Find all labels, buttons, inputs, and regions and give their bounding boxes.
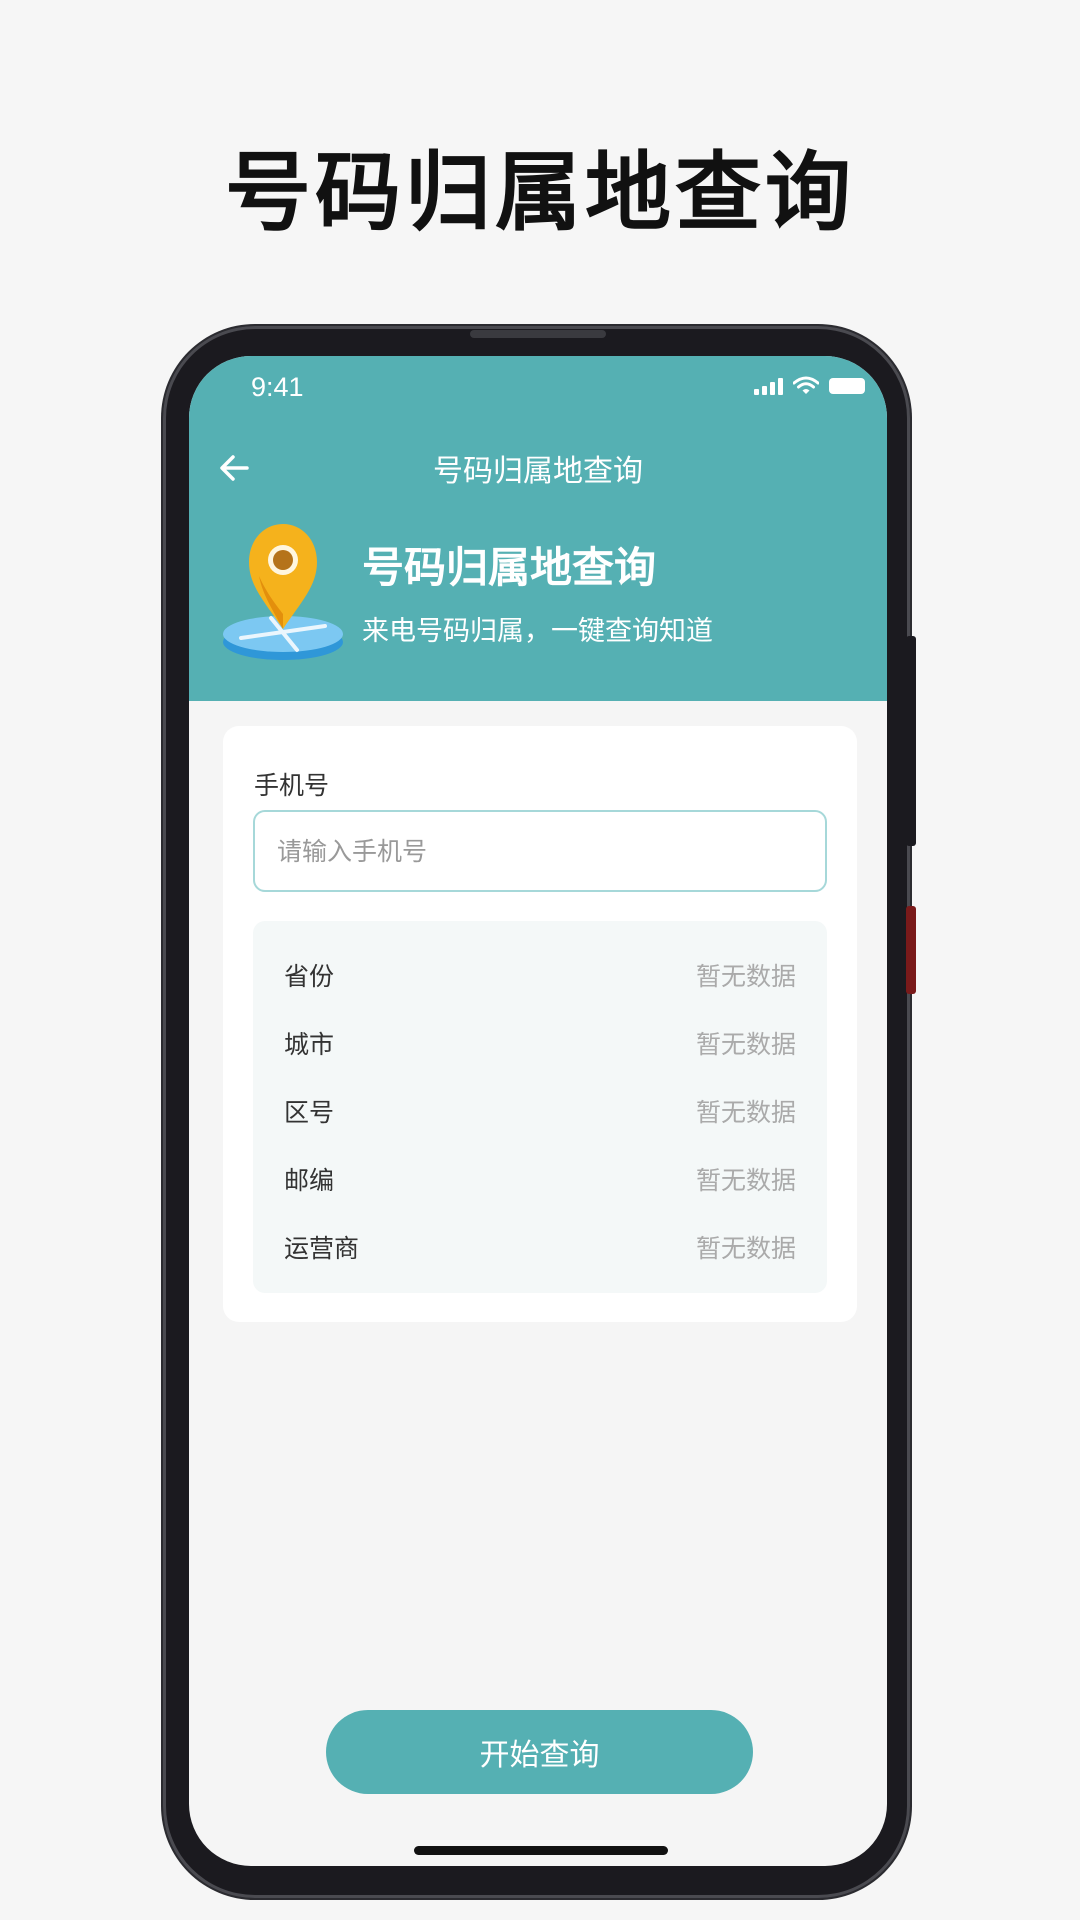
result-row-province: 省份 暂无数据 (253, 957, 827, 997)
result-box: 省份 暂无数据 城市 暂无数据 区号 暂无数据 邮编 暂无数据 运营商 暂无数据 (253, 921, 827, 1293)
result-key: 邮编 (284, 1166, 335, 1195)
result-key: 运营商 (284, 1234, 360, 1263)
phone-side-button (906, 636, 916, 846)
nav-title: 号码归属地查询 (433, 454, 643, 489)
promo-title: 号码归属地查询 (225, 143, 855, 243)
battery-icon (829, 378, 865, 394)
result-key: 城市 (284, 1030, 335, 1059)
result-row-city: 城市 暂无数据 (253, 1025, 827, 1065)
result-value: 暂无数据 (695, 1234, 796, 1263)
result-key: 区号 (284, 1098, 335, 1127)
header: 9:41 号码归属地查询 号码归属地查询 来电号码归属，一键查询知道 (189, 356, 887, 701)
page: 号码归属地查询 9:41 号码归属地查询 号码归属地查询 来电号码归属，一键查询… (0, 0, 1080, 1920)
hero-subtitle: 来电号码归属，一键查询知道 (362, 616, 713, 647)
hero-title: 号码归属地查询 (362, 543, 657, 592)
start-query-button[interactable]: 开始查询 (326, 1710, 753, 1794)
result-value: 暂无数据 (695, 962, 796, 991)
phone-power-button (906, 906, 916, 994)
phone-field-label: 手机号 (254, 771, 330, 800)
phone-screen: 9:41 号码归属地查询 号码归属地查询 来电号码归属，一键查询知道 手机号 请… (189, 356, 887, 1866)
phone-number-input[interactable] (253, 810, 827, 892)
result-value: 暂无数据 (695, 1030, 796, 1059)
result-value: 暂无数据 (695, 1098, 796, 1127)
result-value: 暂无数据 (695, 1166, 796, 1195)
location-pin-icon (223, 524, 343, 660)
wifi-icon (793, 376, 819, 394)
result-key: 省份 (284, 962, 335, 991)
result-row-area-code: 区号 暂无数据 (253, 1093, 827, 1133)
signal-icon (754, 377, 783, 395)
result-row-carrier: 运营商 暂无数据 (253, 1229, 827, 1269)
query-card: 手机号 省份 暂无数据 城市 暂无数据 区号 暂无数据 邮编 暂无数据 (223, 726, 857, 1322)
result-row-postcode: 邮编 暂无数据 (253, 1161, 827, 1201)
phone-speaker (470, 330, 606, 338)
status-icons (754, 376, 865, 396)
status-time: 9:41 (251, 372, 304, 402)
home-indicator (414, 1846, 668, 1855)
